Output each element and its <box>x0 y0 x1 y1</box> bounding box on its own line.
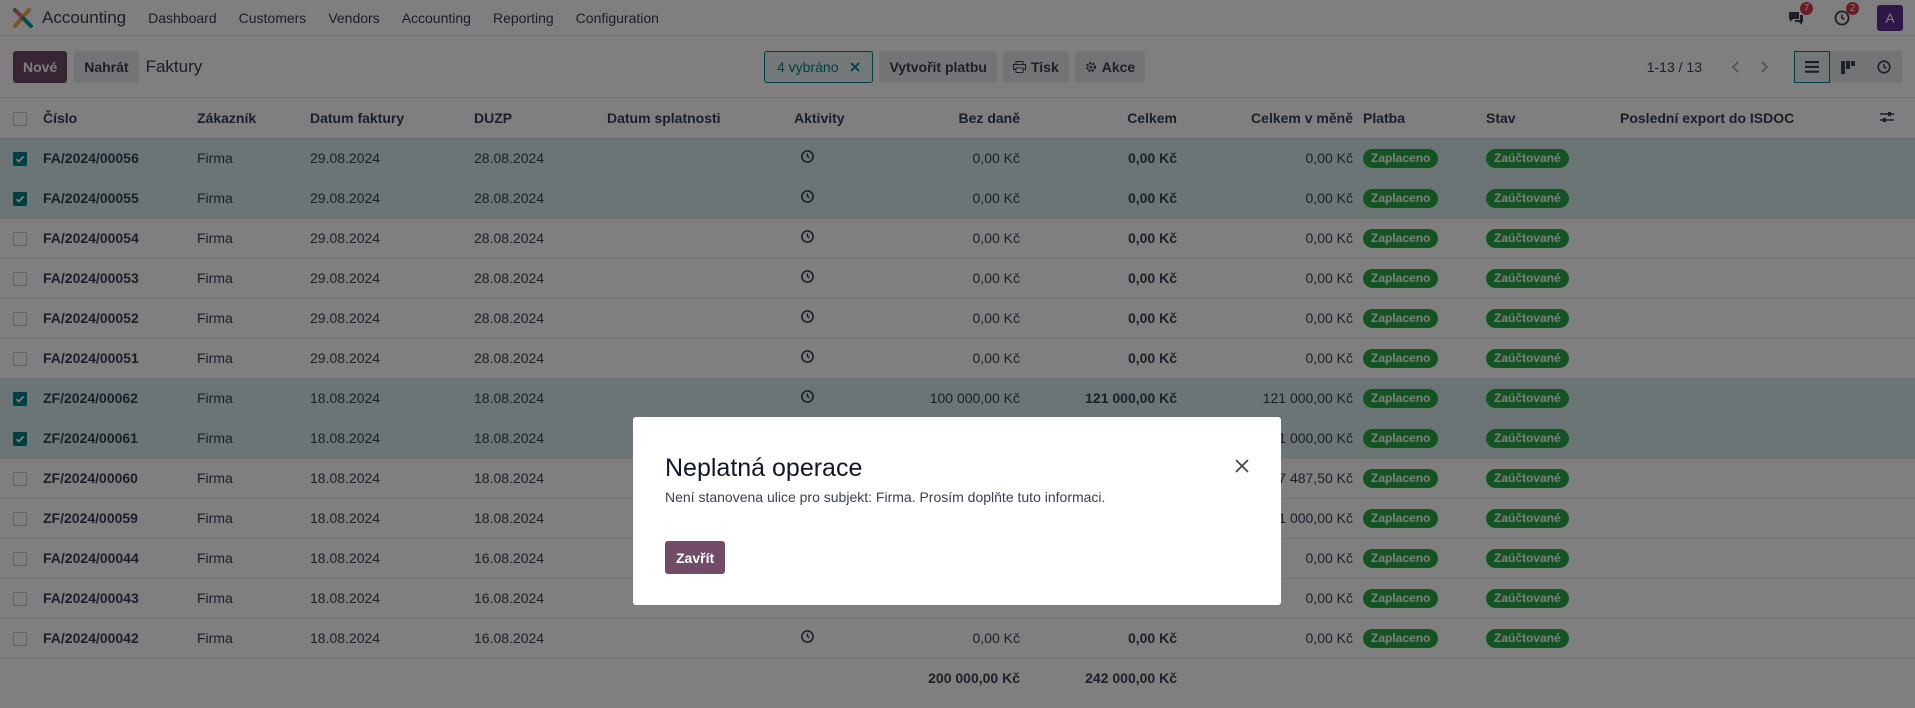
error-dialog: Neplatná operace Není stanovena ulice pr… <box>633 417 1281 605</box>
close-icon[interactable] <box>1233 457 1251 475</box>
dialog-message: Není stanovena ulice pro subjekt: Firma.… <box>665 489 1106 505</box>
dialog-title: Neplatná operace <box>665 454 863 482</box>
dialog-close-button[interactable]: Zavřít <box>665 541 726 574</box>
